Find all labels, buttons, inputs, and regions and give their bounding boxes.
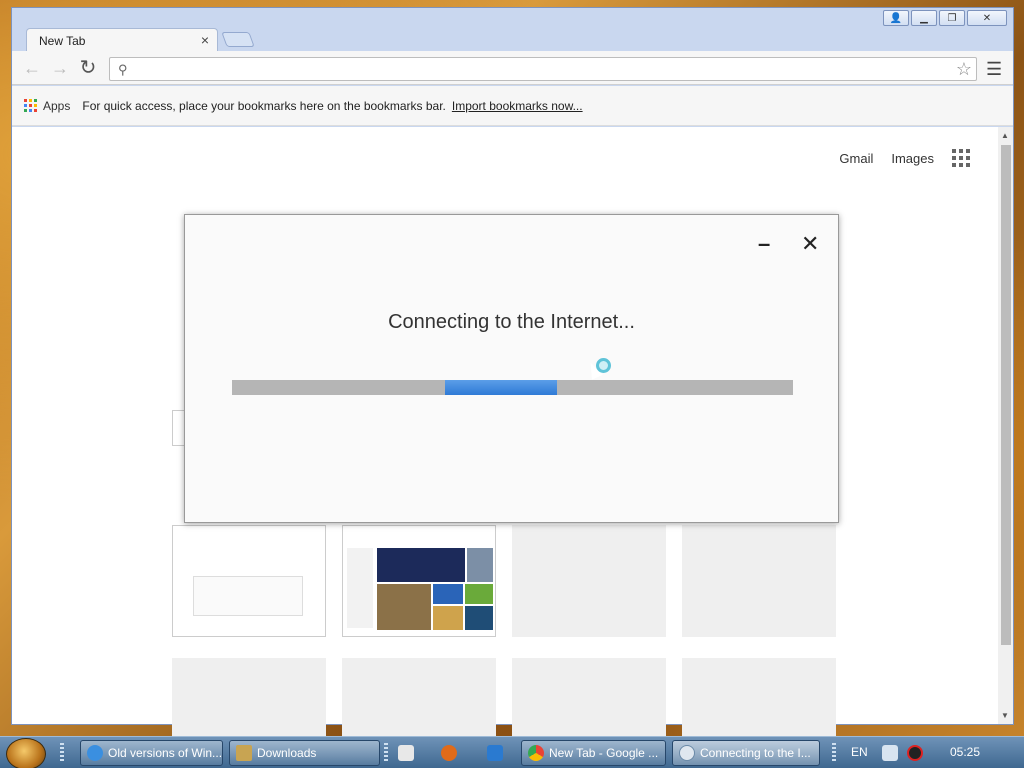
tile-sidebar	[347, 548, 373, 628]
search-icon: ⚲	[118, 62, 128, 77]
tab-title: New Tab	[39, 34, 86, 48]
restore-window-button[interactable]: ❐	[939, 10, 965, 26]
close-window-button[interactable]: ✕	[967, 10, 1007, 26]
installer-icon	[679, 745, 695, 761]
taskbar-item-connecting[interactable]: Connecting to the I...	[672, 740, 820, 766]
clock[interactable]: 05:25	[950, 745, 980, 759]
tile-navy-image	[465, 606, 493, 630]
scroll-thumb[interactable]	[1001, 145, 1011, 645]
apps-grid-dot	[34, 104, 37, 107]
bookmark-star-icon[interactable]: ☆	[956, 59, 972, 80]
taskbar-item-label: Old versions of Win...	[108, 746, 223, 760]
apps-grid-dot	[34, 109, 37, 112]
scroll-down-arrow-icon[interactable]: ▼	[1001, 711, 1009, 720]
apps-grid-dot	[24, 104, 27, 107]
tile-side-image	[467, 548, 493, 582]
apps-grid-icon[interactable]	[24, 99, 37, 112]
connecting-dialog: – ✕ Connecting to the Internet...	[184, 214, 839, 523]
network-icon[interactable]	[882, 745, 898, 761]
reload-icon[interactable]: ↻	[78, 58, 98, 79]
toolbar: ← → ↻ ⚲ ☆ ☰	[12, 51, 1013, 85]
address-input[interactable]	[138, 60, 938, 78]
top-links: Gmail Images	[839, 149, 970, 167]
tile-blue-image	[433, 584, 463, 604]
apps-grid-dot	[24, 109, 27, 112]
apps-grid-dot	[24, 99, 27, 102]
tab-new-tab[interactable]: New Tab ×	[26, 28, 218, 52]
connecting-message: Connecting to the Internet...	[388, 311, 635, 333]
taskbar-item-label: New Tab - Google ...	[549, 746, 659, 760]
tile-yellow-image	[433, 606, 463, 630]
tile-preview-box	[193, 576, 303, 616]
bookmarks-bar: Apps For quick access, place your bookma…	[12, 86, 1013, 126]
taskbar-grip	[384, 743, 388, 763]
taskbar-grip	[832, 743, 836, 763]
window-controls: 👤 ▁ ❐ ✕	[883, 10, 1007, 26]
tile-green-image	[465, 584, 493, 604]
start-button[interactable]	[6, 738, 46, 768]
apps-grid-dot	[29, 104, 32, 107]
back-arrow-icon[interactable]: ←	[22, 59, 42, 79]
taskbar-grip	[60, 743, 64, 763]
google-search-box[interactable]	[172, 410, 184, 446]
apps-grid-dot	[34, 99, 37, 102]
taskbar-item-label: Downloads	[257, 746, 317, 760]
folder-icon	[236, 745, 252, 761]
omnibox[interactable]: ⚲ ☆	[109, 57, 977, 81]
taskbar-item-label: Connecting to the I...	[700, 746, 811, 760]
remote-desktop-icon[interactable]	[487, 745, 503, 761]
apps-grid-dot	[29, 109, 32, 112]
app-launcher-icon[interactable]	[952, 149, 970, 167]
media-player-icon[interactable]	[398, 745, 414, 761]
taskbar-item-chrome[interactable]: New Tab - Google ...	[521, 740, 666, 766]
bookmarks-hint: For quick access, place your bookmarks h…	[82, 98, 446, 113]
tile-banner-image	[377, 548, 465, 582]
apps-grid-dot	[29, 99, 32, 102]
tile-welcome-to-chrome[interactable]	[172, 525, 326, 637]
busy-indicator-icon	[596, 358, 611, 373]
forward-arrow-icon[interactable]: →	[50, 59, 70, 79]
new-tab-button[interactable]	[221, 32, 255, 47]
dialog-minimize-button[interactable]: –	[758, 231, 770, 257]
firefox-icon[interactable]	[441, 745, 457, 761]
images-link[interactable]: Images	[891, 151, 934, 166]
taskbar-item-downloads[interactable]: Downloads	[229, 740, 380, 766]
import-bookmarks-link[interactable]: Import bookmarks now...	[452, 99, 583, 113]
volume-icon[interactable]	[907, 745, 923, 761]
taskbar: Old versions of Win... Downloads New Tab…	[0, 736, 1024, 768]
tile-empty	[512, 525, 666, 637]
ie-icon	[87, 745, 103, 761]
chrome-icon	[528, 745, 544, 761]
progress-bar	[232, 380, 793, 395]
tile-empty	[682, 525, 836, 637]
minimize-window-button[interactable]: ▁	[911, 10, 937, 26]
vertical-scrollbar[interactable]: ▲ ▼	[998, 127, 1013, 724]
gmail-link[interactable]: Gmail	[839, 151, 873, 166]
language-indicator[interactable]: EN	[851, 745, 868, 759]
tile-media-site[interactable]	[342, 525, 496, 637]
menu-icon[interactable]: ☰	[986, 59, 1002, 80]
scroll-up-arrow-icon[interactable]: ▲	[1001, 131, 1009, 140]
progress-indicator	[445, 380, 557, 395]
close-tab-icon[interactable]: ×	[201, 32, 209, 48]
tile-photo-image	[377, 584, 431, 630]
dialog-close-button[interactable]: ✕	[801, 231, 819, 257]
taskbar-item-ie[interactable]: Old versions of Win...	[80, 740, 223, 766]
profile-button[interactable]: 👤	[883, 10, 909, 26]
apps-shortcut[interactable]: Apps	[43, 99, 70, 113]
